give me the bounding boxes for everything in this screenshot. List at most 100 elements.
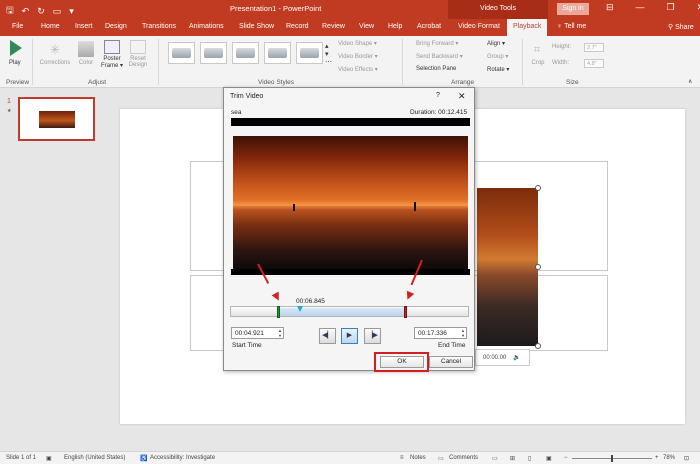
- crop-button[interactable]: Crop: [529, 60, 547, 66]
- tab-file[interactable]: File: [12, 23, 23, 30]
- ribbon-display-icon[interactable]: ⊟: [606, 2, 614, 13]
- dialog-help-button[interactable]: ?: [436, 92, 440, 99]
- resize-handle[interactable]: [535, 343, 541, 349]
- play-button[interactable]: Play: [9, 60, 21, 66]
- spinner-arrows-icon[interactable]: ▲ ▼: [278, 328, 282, 338]
- selection-pane-button[interactable]: Selection Pane: [416, 66, 456, 72]
- slideshow-view-icon[interactable]: ▣: [546, 455, 552, 462]
- tab-slide-show[interactable]: Slide Show: [239, 23, 274, 30]
- end-trim-marker[interactable]: [404, 306, 407, 318]
- tab-view[interactable]: View: [359, 23, 374, 30]
- save-icon[interactable]: 🖫: [6, 3, 14, 19]
- customize-qat-icon[interactable]: ▾: [69, 6, 74, 17]
- video-preview[interactable]: [233, 136, 468, 269]
- share-button[interactable]: ⚲ Share: [668, 23, 694, 31]
- previous-frame-button[interactable]: ◀▏: [319, 328, 336, 344]
- sign-in-button[interactable]: Sign in: [557, 3, 589, 15]
- slide-thumbnail-pane: [0, 89, 106, 451]
- height-field[interactable]: 2.7": [584, 43, 604, 52]
- send-backward-button[interactable]: Send Backward ▾: [416, 53, 463, 60]
- tab-design[interactable]: Design: [105, 23, 127, 30]
- video-border-button[interactable]: Video Border ▾: [338, 53, 378, 60]
- volume-icon[interactable]: 🔈: [513, 355, 520, 361]
- color-button[interactable]: Color: [76, 60, 96, 66]
- tab-home[interactable]: Home: [41, 23, 60, 30]
- play-pause-button[interactable]: ▶: [341, 328, 358, 344]
- end-time-value[interactable]: 00:17.336: [418, 330, 447, 337]
- tab-record[interactable]: Record: [286, 23, 309, 30]
- start-time-label: Start Time: [232, 342, 262, 349]
- ribbon-tabs: File Home Insert Design Transitions Anim…: [0, 19, 700, 36]
- video-style-thumbnail[interactable]: [168, 42, 195, 64]
- zoom-level[interactable]: 78%: [663, 455, 675, 461]
- minimize-button[interactable]: —: [636, 2, 645, 13]
- start-time-spinner[interactable]: 00:04.921 ▲ ▼: [231, 327, 284, 339]
- end-time-spinner[interactable]: 00:17.336 ▲ ▼: [414, 327, 467, 339]
- tab-insert[interactable]: Insert: [75, 23, 93, 30]
- tab-video-format[interactable]: Video Format: [458, 23, 500, 30]
- width-field[interactable]: 4.8": [584, 59, 604, 68]
- fit-slide-icon[interactable]: ⊡: [684, 455, 689, 462]
- video-style-thumbnail[interactable]: [296, 42, 323, 64]
- tab-playback[interactable]: Playback: [507, 19, 548, 36]
- rotate-button[interactable]: Rotate ▾: [487, 66, 509, 73]
- undo-icon[interactable]: ↶: [22, 6, 30, 17]
- video-effects-button[interactable]: Video Effects ▾: [338, 66, 378, 73]
- sea-water: [233, 206, 468, 269]
- close-window-button[interactable]: ✕: [697, 2, 700, 13]
- restore-button[interactable]: ❐: [667, 2, 675, 13]
- tab-review[interactable]: Review: [322, 23, 345, 30]
- align-button[interactable]: Align ▾: [487, 40, 505, 47]
- tab-transitions[interactable]: Transitions: [142, 23, 176, 30]
- corrections-icon: ✳: [49, 42, 61, 57]
- group-button[interactable]: Group ▾: [487, 53, 508, 60]
- resize-handle[interactable]: [535, 185, 541, 191]
- tab-help[interactable]: Help: [388, 23, 402, 30]
- video-object[interactable]: [477, 188, 538, 346]
- slide-sorter-icon[interactable]: ⊞: [510, 455, 515, 462]
- bring-forward-button[interactable]: Bring Forward ▾: [416, 40, 458, 47]
- zoom-out-button[interactable]: −: [564, 455, 568, 461]
- reset-design-button[interactable]: Reset Design: [126, 56, 150, 68]
- video-shape-button[interactable]: Video Shape ▾: [338, 40, 377, 47]
- dialog-close-button[interactable]: ✕: [458, 91, 466, 102]
- boat-silhouette: [414, 202, 416, 211]
- resize-handle[interactable]: [535, 264, 541, 270]
- notes-button[interactable]: Notes: [410, 455, 426, 461]
- zoom-slider-thumb[interactable]: [611, 455, 613, 462]
- poster-frame-button[interactable]: Poster Frame ▾: [98, 56, 126, 69]
- tab-acrobat[interactable]: Acrobat: [417, 23, 441, 30]
- spinner-arrows-icon[interactable]: ▲ ▼: [461, 328, 465, 338]
- present-icon[interactable]: ▭: [53, 6, 62, 17]
- comments-button[interactable]: Comments: [449, 455, 478, 461]
- styles-gallery-more-icon[interactable]: ▴ ▾ ⋯: [325, 42, 332, 66]
- tell-me-search[interactable]: ♀ Tell me: [557, 23, 586, 30]
- video-style-thumbnail[interactable]: [264, 42, 291, 64]
- slide-thumbnail-video: [39, 111, 75, 128]
- normal-view-icon[interactable]: ▭: [492, 455, 498, 462]
- playhead-marker[interactable]: [297, 306, 303, 312]
- start-time-value[interactable]: 00:04.921: [235, 330, 264, 337]
- ok-button[interactable]: OK: [380, 356, 424, 368]
- language-indicator[interactable]: English (United States): [64, 455, 125, 461]
- redo-icon[interactable]: ↻: [37, 6, 45, 17]
- play-icon[interactable]: [10, 40, 22, 56]
- next-frame-button[interactable]: ▕▶: [364, 328, 381, 344]
- cancel-button[interactable]: Cancel: [429, 356, 473, 368]
- video-style-thumbnail[interactable]: [232, 42, 259, 64]
- video-style-thumbnail[interactable]: [200, 42, 227, 64]
- corrections-button[interactable]: Corrections: [36, 60, 74, 66]
- trim-timeline[interactable]: [230, 306, 469, 317]
- slide-thumbnail[interactable]: [18, 97, 95, 141]
- ribbon-separator: [158, 39, 159, 85]
- horizon-glow: [233, 200, 468, 210]
- start-trim-marker[interactable]: [277, 306, 280, 318]
- ribbon-separator: [522, 39, 523, 85]
- tab-animations[interactable]: Animations: [189, 23, 224, 30]
- spelling-icon[interactable]: ▣: [46, 455, 52, 462]
- collapse-ribbon-icon[interactable]: ∧: [688, 78, 692, 85]
- accessibility-status[interactable]: Accessibility: Investigate: [150, 455, 215, 461]
- adjust-group-label: Adjust: [88, 79, 107, 86]
- zoom-in-button[interactable]: +: [655, 455, 659, 461]
- reading-view-icon[interactable]: ▯: [528, 455, 531, 462]
